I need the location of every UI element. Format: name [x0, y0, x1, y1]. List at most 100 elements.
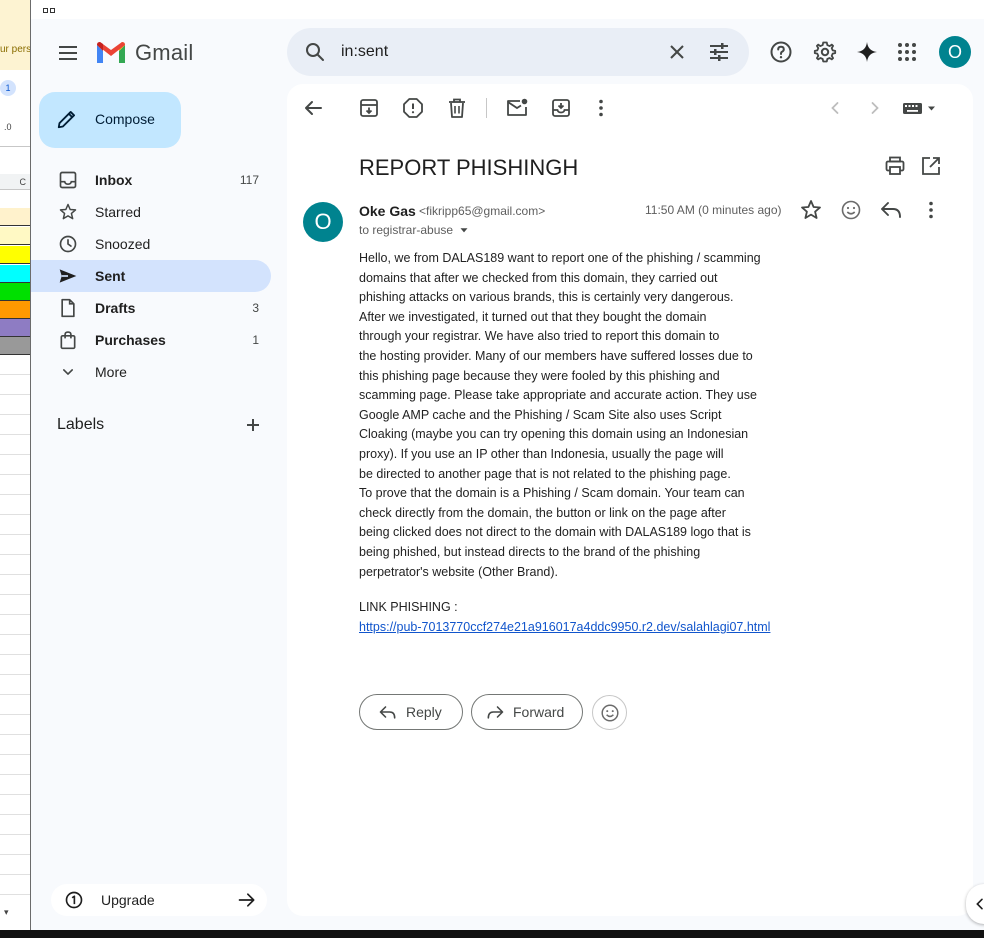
body-line: Cloaking (maybe you can try opening this…: [359, 427, 749, 442]
sender-email: <fikripp65@gmail.com>: [419, 204, 546, 218]
phishing-link[interactable]: https://pub-7013770ccf274e21a916017a4ddc…: [359, 620, 770, 634]
arrow-right-icon: [238, 893, 255, 907]
gemini-sparkle-icon[interactable]: [855, 40, 879, 64]
recipient-details[interactable]: to registrar-abuse: [359, 223, 471, 237]
sidebar-item-starred[interactable]: Starred: [31, 196, 271, 228]
gmail-logo[interactable]: Gmail: [95, 40, 193, 66]
bg-gridline: [0, 834, 30, 835]
forward-icon: [487, 706, 504, 719]
more-vert-icon[interactable]: [589, 96, 613, 120]
print-icon[interactable]: [883, 154, 907, 178]
account-avatar[interactable]: O: [939, 36, 971, 68]
reply-icon: [379, 706, 396, 719]
bg-gridline: [0, 614, 30, 615]
mark-unread-icon[interactable]: [505, 96, 529, 120]
sender-avatar: O: [303, 202, 343, 242]
body-line: through your registrar. We have also tri…: [359, 329, 720, 344]
sidebar-item-sent[interactable]: Sent: [31, 260, 271, 292]
body-line: To prove that the domain is a Phishing /…: [359, 486, 745, 501]
compose-label: Compose: [95, 111, 155, 127]
keyboard-icon[interactable]: [901, 96, 939, 120]
search-input[interactable]: [341, 40, 641, 64]
sidebar-nav: Inbox 117 Starred Snoozed Sent Drafts 3: [31, 164, 271, 388]
body-line: this phishing page because they were foo…: [359, 368, 720, 383]
app-name: Gmail: [135, 40, 194, 65]
trash-icon[interactable]: [445, 96, 469, 120]
report-spam-icon[interactable]: [401, 96, 425, 120]
search-icon[interactable]: [303, 40, 327, 64]
body-line: being clicked does not direct to the dom…: [359, 525, 751, 540]
older-chevron-icon[interactable]: [863, 96, 887, 120]
bg-badge: 1: [0, 80, 16, 96]
sidebar-item-purchases[interactable]: Purchases 1: [31, 324, 271, 356]
gear-icon[interactable]: [813, 40, 837, 64]
body-line: be directed to another page that is not …: [359, 466, 731, 481]
bg-gridline: [0, 534, 30, 535]
body-line: check directly from the domain, the butt…: [359, 505, 726, 520]
email-time: 11:50 AM (0 minutes ago): [645, 203, 782, 217]
move-to-inbox-icon[interactable]: [549, 96, 573, 120]
chevron-down-icon: ▾: [4, 907, 9, 917]
bg-gridline: [0, 714, 30, 715]
archive-icon[interactable]: [357, 96, 381, 120]
close-icon[interactable]: [665, 40, 689, 64]
upgrade-button[interactable]: Upgrade: [51, 884, 267, 916]
emoji-icon[interactable]: [839, 198, 863, 222]
apps-tab-icon: [43, 0, 57, 13]
bg-gridline: [0, 374, 30, 375]
bg-cell: [0, 227, 30, 245]
back-arrow-icon[interactable]: [301, 96, 325, 120]
send-icon: [59, 269, 77, 283]
chevron-down-icon: [63, 369, 73, 375]
body-line: being phished, but instead directs to th…: [359, 544, 701, 559]
bg-gridline: [0, 454, 30, 455]
bg-gridline: [0, 594, 30, 595]
open-new-window-icon[interactable]: [919, 154, 943, 178]
body-line: Hello, we from DALAS189 want to report o…: [359, 251, 761, 265]
bg-cell: [0, 246, 30, 264]
bg-gridline: [0, 394, 30, 395]
emoji-reaction-button[interactable]: [592, 695, 627, 730]
bg-gridline: [0, 734, 30, 735]
star-icon[interactable]: [799, 198, 823, 222]
body-line: the hosting provider. Many of our member…: [359, 348, 753, 363]
sidebar-item-snoozed[interactable]: Snoozed: [31, 228, 271, 260]
caret-down-icon: [460, 228, 468, 233]
body-line: phishing attacks on various brands, this…: [359, 290, 734, 305]
search-options-icon[interactable]: [707, 40, 731, 64]
sender-name: Oke Gas: [359, 203, 416, 219]
plus-icon[interactable]: [241, 413, 265, 437]
forward-button[interactable]: Forward: [471, 694, 583, 730]
bg-decimal-button: .0: [4, 122, 12, 132]
inbox-icon: [59, 171, 77, 189]
pencil-icon: [57, 111, 75, 129]
window-chrome: [31, 0, 984, 19]
bg-gridline: [0, 474, 30, 475]
email-body: Hello, we from DALAS189 want to report o…: [359, 249, 799, 582]
bg-gridline: [0, 434, 30, 435]
more-vert-icon[interactable]: [919, 198, 943, 222]
sidebar-item-label: Starred: [95, 204, 141, 220]
background-window: ur pers 1 .0 C ▾: [0, 0, 31, 930]
sidebar-item-count: 1: [252, 333, 259, 347]
bg-cell: [0, 301, 30, 319]
compose-button[interactable]: Compose: [39, 92, 181, 148]
labels-heading: Labels: [57, 416, 105, 433]
reply-icon[interactable]: [879, 198, 903, 222]
sidebar-item-inbox[interactable]: Inbox 117: [31, 164, 271, 196]
email-subject: REPORT PHISHINGH: [359, 155, 579, 180]
sidebar-item-label: Purchases: [95, 332, 166, 348]
bg-gridline: [0, 554, 30, 555]
bg-gridline: [0, 754, 30, 755]
star-icon: [59, 203, 77, 220]
bg-cell: [0, 265, 30, 283]
reply-button[interactable]: Reply: [359, 694, 463, 730]
help-icon[interactable]: [769, 40, 793, 64]
newer-chevron-icon[interactable]: [823, 96, 847, 120]
sidebar-item-drafts[interactable]: Drafts 3: [31, 292, 271, 324]
search-bar[interactable]: [287, 28, 749, 76]
apps-grid-icon[interactable]: [895, 40, 919, 64]
main-menu-button[interactable]: [52, 37, 84, 69]
sidebar-item-more[interactable]: More: [31, 356, 271, 388]
upgrade-icon: [65, 891, 83, 909]
